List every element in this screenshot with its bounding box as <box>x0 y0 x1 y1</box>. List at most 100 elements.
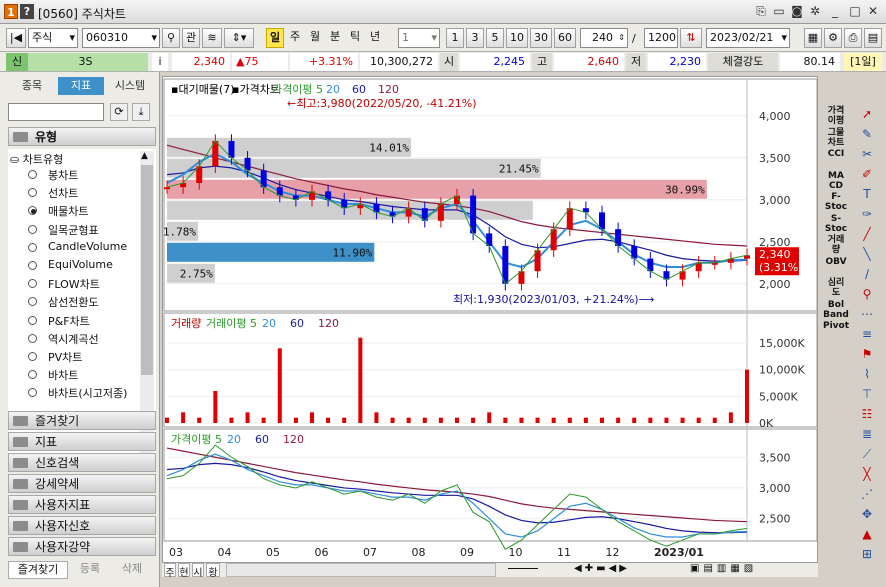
folder-item[interactable]: 사용자지표 <box>8 495 156 514</box>
preset-30-button[interactable]: 30 <box>530 28 552 48</box>
chart-type-radio[interactable] <box>28 333 37 343</box>
drawing-tool-icon[interactable]: ⊞ <box>856 544 878 564</box>
drawing-tool-icon[interactable]: ╱ <box>856 224 878 244</box>
chart-type-radio[interactable] <box>28 352 37 361</box>
minimize-icon[interactable]: _ <box>828 4 842 18</box>
indicator-shortcut[interactable]: OBV <box>822 257 850 267</box>
indicator-shortcut[interactable]: 거래 량 <box>822 235 850 255</box>
export-icon[interactable]: ▦ <box>804 28 822 48</box>
camera-icon[interactable]: ◙ <box>790 4 804 18</box>
drawing-tool-icon[interactable]: T <box>856 184 878 204</box>
chart-type-item[interactable]: 바차트(시고저종) <box>48 385 127 401</box>
folder-item[interactable]: 강세약세 <box>8 474 156 493</box>
refresh-icon[interactable]: ⟳ <box>110 103 128 121</box>
chart-type-item[interactable]: EquiVolume <box>48 258 113 271</box>
drawing-tool-icon[interactable]: ✎ <box>856 124 878 144</box>
market-select[interactable]: 주식 ▾ <box>28 28 78 48</box>
prev-stock-icon[interactable]: |◀ <box>6 28 26 48</box>
total-count-field[interactable]: 1200 <box>644 28 678 48</box>
chart-type-item[interactable]: 선차트 <box>48 185 78 201</box>
indicator-shortcut[interactable]: 그물 차트 <box>822 128 850 148</box>
sync-icon[interactable]: ⇅ <box>680 28 702 48</box>
drawing-tool-icon[interactable]: ⚑ <box>856 344 878 364</box>
folder-item[interactable]: 지표 <box>8 432 156 451</box>
preset-5-button[interactable]: 5 <box>486 28 504 48</box>
drawing-tool-icon[interactable]: ⋯ <box>856 304 878 324</box>
period-month-button[interactable]: 월 <box>306 28 324 48</box>
preset-1-button[interactable]: 1 <box>446 28 464 48</box>
period-tick-button[interactable]: 틱 <box>346 28 364 48</box>
drawing-tool-icon[interactable]: ≣ <box>856 424 878 444</box>
help-icon[interactable]: ? <box>20 4 34 19</box>
chart-type-item[interactable]: 바차트 <box>48 367 78 383</box>
tab-stock[interactable]: 종목 <box>8 77 56 95</box>
indicator-shortcut[interactable]: Bol Band <box>822 300 850 320</box>
settings-icon[interactable]: ⚙ <box>824 28 842 48</box>
save-icon[interactable]: ▭ <box>772 4 786 18</box>
chart-type-radio[interactable] <box>28 297 37 307</box>
download-icon[interactable]: ⤓ <box>132 103 150 121</box>
scroll-up-icon[interactable]: ▲ <box>141 151 148 161</box>
indicator-shortcut[interactable]: 가격 이평 <box>822 106 850 126</box>
drawing-tool-icon[interactable]: ➚ <box>856 104 878 124</box>
scroll-controls[interactable]: ◀✚▬◀▶ <box>574 563 664 577</box>
tab-system[interactable]: 시스템 <box>106 77 154 95</box>
folder-item[interactable]: 신호검색 <box>8 453 156 472</box>
chart-type-item[interactable]: 삼선전환도 <box>48 294 99 310</box>
count-stepper[interactable]: 240 ⇕ <box>580 28 628 48</box>
drawing-tool-icon[interactable]: ✑ <box>856 204 878 224</box>
maximize-icon[interactable]: □ <box>848 4 862 18</box>
stock-code-field[interactable]: 060310 ▾ <box>82 28 160 48</box>
drawing-tool-icon[interactable]: ✥ <box>856 504 878 524</box>
tree-root[interactable]: ⛀ 차트유형 <box>10 151 63 167</box>
chart-area[interactable]: 14.01% 21.45% 30.99% 1.78% 11.90% 2.75% 4,000 3… <box>162 76 818 563</box>
gear-icon[interactable]: ✲ <box>808 4 822 18</box>
bottom-btn-status[interactable]: 황 <box>206 563 220 579</box>
chart-type-radio[interactable] <box>28 188 37 198</box>
chart-scrollbar[interactable] <box>226 563 496 577</box>
interval-select[interactable]: 1 ▾ <box>398 28 440 48</box>
chart-type-item[interactable]: P&F차트 <box>48 313 90 329</box>
info-icon[interactable]: i <box>152 53 168 71</box>
favorites-tab[interactable]: 즐겨찾기 <box>8 561 68 579</box>
chart-type-item[interactable]: FLOW차트 <box>48 276 100 292</box>
print-icon[interactable]: ⎙ <box>844 28 862 48</box>
indicator-shortcut[interactable]: CCI <box>822 149 850 159</box>
scrollbar-thumb[interactable] <box>141 165 153 375</box>
chart-type-item[interactable]: 일목균형표 <box>48 222 99 238</box>
drawing-tool-icon[interactable]: ⌇ <box>856 364 878 384</box>
date-picker[interactable]: 2023/02/21 ▾ <box>706 28 790 48</box>
drawing-tool-icon[interactable]: ╲ <box>856 244 878 264</box>
chart-type-item[interactable]: CandleVolume <box>48 240 127 253</box>
period-week-button[interactable]: 주 <box>286 28 304 48</box>
indicator-shortcut[interactable]: S- Stoc <box>822 214 850 234</box>
bottom-btn-week[interactable]: 주 <box>164 563 176 579</box>
delete-button[interactable]: 삭제 <box>112 561 152 579</box>
grid-icon[interactable]: ▤ <box>864 28 882 48</box>
chart-type-radio[interactable] <box>28 315 37 325</box>
gwan-button[interactable]: 관 <box>182 28 200 48</box>
chart-type-item[interactable]: 매물차트 <box>48 203 88 219</box>
folder-item[interactable]: 즐겨찾기 <box>8 411 156 430</box>
period-year-button[interactable]: 년 <box>366 28 384 48</box>
period-minute-button[interactable]: 분 <box>326 28 344 48</box>
chart-type-radio[interactable] <box>28 206 37 216</box>
drawing-tool-icon[interactable]: ⊤ <box>856 384 878 404</box>
drawing-tool-icon[interactable]: ∕ <box>856 264 878 284</box>
indicator-shortcut[interactable]: 심리 도 <box>822 278 850 298</box>
chart-type-radio[interactable] <box>28 170 37 179</box>
preset-60-button[interactable]: 60 <box>554 28 576 48</box>
preset-3-button[interactable]: 3 <box>466 28 484 48</box>
tab-indicator[interactable]: 지표 <box>58 77 104 95</box>
search-icon[interactable]: ⚲ <box>162 28 180 48</box>
zoom-slider[interactable]: ⎯⎯⎯⎯⎯⎯ <box>508 563 568 577</box>
register-button[interactable]: 등록 <box>70 561 110 579</box>
chart-type-radio[interactable] <box>28 261 37 270</box>
chart-type-radio[interactable] <box>28 279 37 289</box>
drawing-tool-icon[interactable]: ╳ <box>856 464 878 484</box>
folder-item[interactable]: 사용자강약 <box>8 537 156 556</box>
drawing-tool-icon[interactable]: ⋰ <box>856 484 878 504</box>
drawing-tool-icon[interactable]: ✂ <box>856 144 878 164</box>
drawing-tool-icon[interactable]: ⚲ <box>856 284 878 304</box>
chart-type-item[interactable]: PV차트 <box>48 349 82 365</box>
